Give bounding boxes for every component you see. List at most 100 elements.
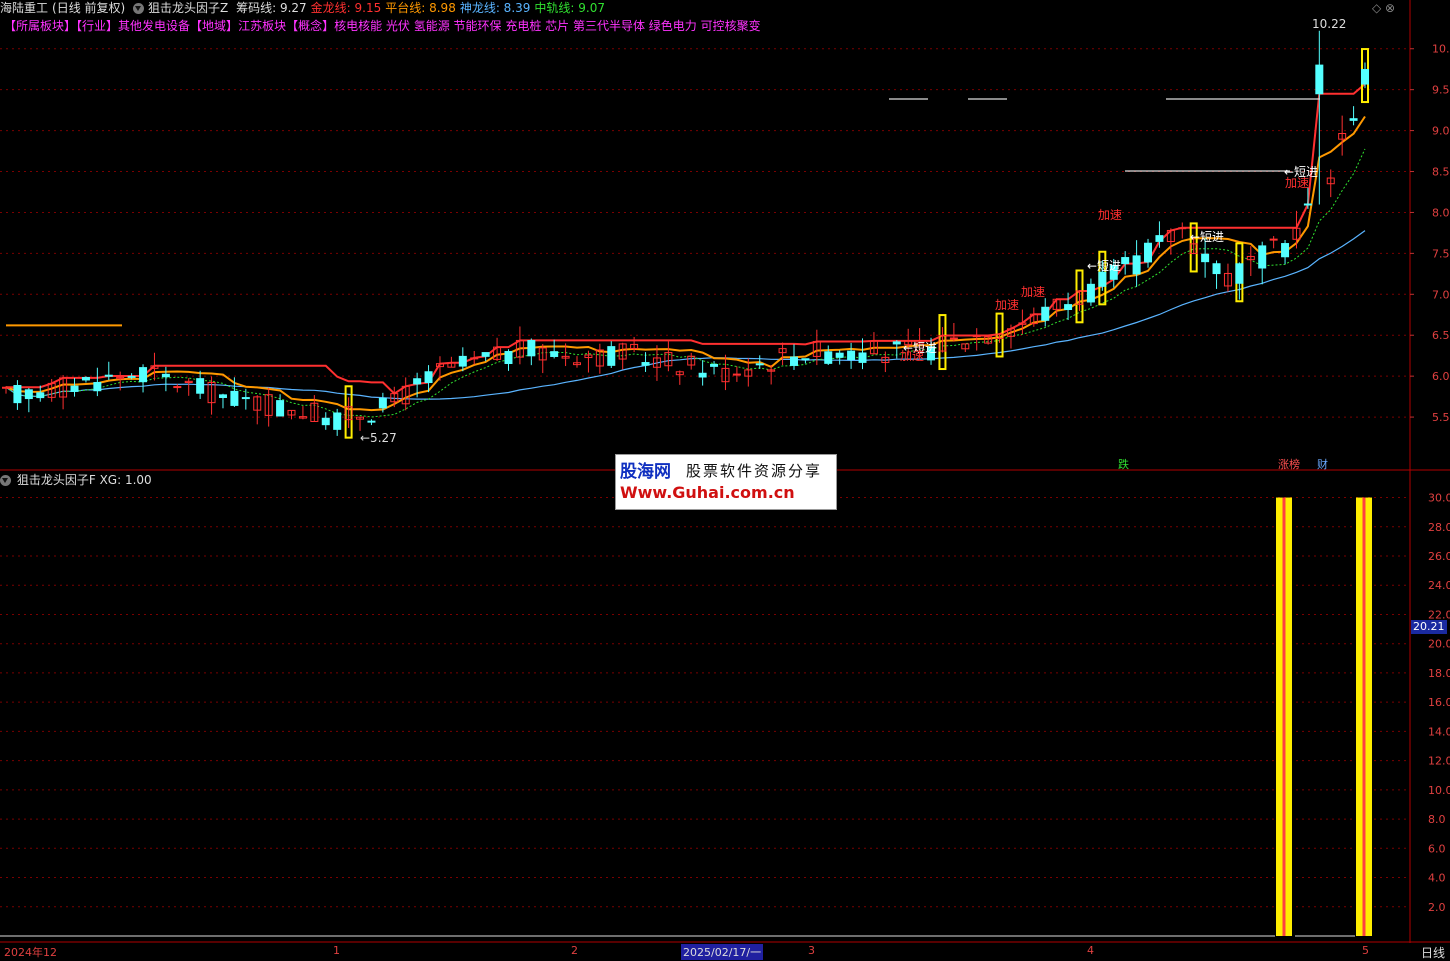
candle-body	[241, 397, 250, 400]
candle-body	[367, 420, 376, 423]
candle-body	[321, 417, 330, 426]
sub-tick-label: 2.0	[1428, 901, 1446, 914]
sub-dropdown-icon[interactable]	[0, 475, 11, 486]
accelerate-label: 加速	[1285, 176, 1309, 190]
candle-body	[93, 382, 102, 392]
date-label-5: 4	[1087, 944, 1094, 957]
date-label-0: 2024年12	[4, 946, 57, 959]
candle-body	[527, 340, 536, 357]
date-label-2: 2	[571, 944, 578, 957]
date-label-6: 5	[1362, 944, 1369, 957]
candle-body	[481, 352, 490, 357]
candle-body	[24, 389, 33, 400]
sub-tick-label: 20.0	[1428, 638, 1450, 651]
sub-tick-label: 4.0	[1428, 872, 1446, 885]
candle-body	[1258, 245, 1267, 269]
candle-body	[1098, 271, 1107, 287]
candle-body	[1212, 263, 1221, 275]
price-tick-label: 9.0	[1432, 125, 1450, 138]
candle-body	[139, 367, 148, 383]
candle-body	[972, 335, 981, 338]
candle-body	[755, 363, 764, 366]
candle-body	[847, 350, 856, 361]
candle-body	[1303, 203, 1312, 206]
marker-die[interactable]: 跌	[1118, 456, 1129, 472]
candle-body	[1201, 253, 1210, 263]
sub-tick-label: 8.0	[1428, 813, 1446, 826]
date-label-1: 1	[333, 944, 340, 957]
xg-value: 1.00	[124, 473, 152, 487]
price-tick-label: 8.5	[1432, 166, 1450, 179]
candle-body	[161, 373, 170, 378]
candle-body	[949, 337, 958, 340]
candle-body	[70, 385, 79, 392]
candle-body	[424, 371, 433, 383]
marker-cai[interactable]: 财	[1317, 456, 1328, 472]
price-tick-label: 7.5	[1432, 247, 1450, 260]
high-label: 10.22	[1312, 17, 1346, 31]
candle-body	[1361, 69, 1369, 85]
sub-tick-label: 6.0	[1428, 842, 1446, 855]
candle-body	[801, 358, 810, 361]
accelerate-label: 加速	[900, 349, 924, 363]
candle-body	[2, 386, 10, 389]
sub-tick-label: 12.0	[1428, 755, 1450, 768]
candle-body	[824, 351, 833, 364]
candle-body	[104, 374, 113, 377]
marker-zhangbang[interactable]: 涨榜	[1278, 456, 1300, 472]
candle-body	[550, 351, 559, 357]
period-label[interactable]: 日线	[1421, 944, 1445, 961]
short-entry-label: ←短进	[1087, 259, 1121, 273]
candle-body	[1132, 255, 1141, 275]
low-label: ←5.27	[360, 431, 397, 445]
sub-tick-label: 28.0	[1428, 521, 1450, 534]
sub-indicator-name[interactable]: 狙击龙头因子F	[17, 473, 96, 487]
candle-body	[835, 352, 844, 358]
candle-body	[1315, 64, 1324, 95]
candle-body	[276, 400, 285, 417]
price-tick-label: 5.5	[1432, 411, 1450, 424]
candle-body	[413, 378, 422, 385]
candle-body	[127, 375, 136, 378]
watermark-site: 股海网	[620, 462, 671, 482]
price-tick-label: 6.0	[1432, 370, 1450, 383]
candle-body	[218, 394, 227, 398]
price-tick-label: 9.5	[1432, 84, 1450, 97]
candle-body	[173, 386, 182, 389]
sub-tick-label: 14.0	[1428, 725, 1450, 738]
candle-body	[470, 357, 479, 360]
watermark-tagline: 股票软件资源分享	[686, 462, 823, 480]
accelerate-label: 加速	[995, 298, 1019, 312]
candle-body	[1269, 238, 1278, 241]
candle-body	[378, 397, 387, 409]
candle-body	[710, 363, 719, 367]
sub-tick-label: 26.0	[1428, 550, 1450, 563]
candle-body	[1155, 235, 1164, 242]
candle-body	[732, 373, 741, 376]
candle-body	[641, 362, 650, 366]
candle-body	[1178, 227, 1187, 230]
candle-body	[858, 352, 867, 363]
sub-tick-label: 16.0	[1428, 696, 1450, 709]
candle-body	[458, 355, 467, 367]
watermark-url: Www.Guhai.com.cn	[620, 483, 795, 502]
sub-tick-label: 18.0	[1428, 667, 1450, 680]
candle-body	[789, 356, 798, 366]
sub-tick-label: 24.0	[1428, 579, 1450, 592]
sub-current-value: 20.21	[1411, 620, 1447, 634]
date-label-3: 2025/02/17/一	[681, 944, 764, 960]
candle-body	[1281, 243, 1290, 258]
sub-chart-header: 狙击龙头因子F XG: 1.00	[0, 472, 152, 488]
price-tick-label: 7.0	[1432, 288, 1450, 301]
date-axis: 2024年12 1 2 2025/02/17/一 3 4 5	[0, 943, 1450, 960]
candle-body	[1235, 263, 1244, 284]
candle-body	[1041, 306, 1050, 321]
candle-body	[13, 384, 22, 404]
candle-body	[504, 351, 513, 365]
short-entry-label: ←短进	[1190, 230, 1224, 244]
price-tick-label: 10.0	[1432, 43, 1450, 56]
sub-tick-label: 30.0	[1428, 492, 1450, 505]
price-tick-label: 6.5	[1432, 329, 1450, 342]
mid-line	[5, 148, 1366, 418]
candle-body	[1349, 118, 1358, 121]
